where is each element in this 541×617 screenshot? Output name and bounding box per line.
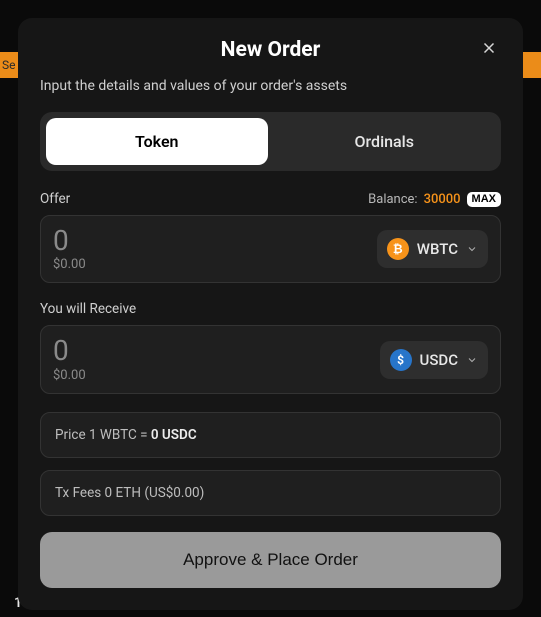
modal-title: New Order [221,38,321,62]
offer-amount-box: 0 $0.00 ₿ WBTC [40,215,501,283]
balance-value: 30000 [424,192,461,207]
offer-fiat-value: $0.00 [53,257,86,272]
offer-amount-left: 0 $0.00 [53,226,86,272]
offer-token-symbol: WBTC [417,240,458,258]
receive-amount-box: 0 $0.00 $ USDC [40,325,501,393]
bg-partial-text: Se [2,58,16,72]
modal-subtitle: Input the details and values of your ord… [40,78,501,94]
receive-token-symbol: USDC [420,351,458,369]
offer-header: Offer Balance: 30000 MAX [40,191,501,207]
chevron-down-icon [466,243,478,255]
offer-amount-input[interactable]: 0 [53,226,86,255]
fees-info-box: Tx Fees 0 ETH (US$0.00) [40,470,501,516]
usdc-icon: $ [390,349,412,371]
order-type-tabs: Token Ordinals [40,112,501,171]
offer-token-select[interactable]: ₿ WBTC [377,230,488,268]
approve-place-order-button[interactable]: Approve & Place Order [40,532,501,588]
price-amount: 0 USDC [151,427,197,443]
tab-ordinals[interactable]: Ordinals [274,118,496,165]
receive-header: You will Receive [40,301,501,317]
fees-text: Tx Fees 0 ETH (US$0.00) [55,485,204,501]
modal-header: New Order [40,38,501,62]
tab-token[interactable]: Token [46,118,268,165]
chevron-down-icon [466,354,478,366]
offer-label: Offer [40,191,70,207]
max-button[interactable]: MAX [467,192,501,207]
new-order-modal: New Order Input the details and values o… [18,18,523,610]
wbtc-icon: ₿ [387,238,409,260]
receive-amount-left: 0 $0.00 [53,336,86,382]
balance-label: Balance: [368,192,417,207]
close-button[interactable] [477,36,501,60]
receive-token-select[interactable]: $ USDC [380,341,488,379]
price-info-box: Price 1 WBTC = 0 USDC [40,412,501,458]
price-prefix: Price 1 WBTC = [55,427,151,443]
balance-wrap: Balance: 30000 MAX [368,192,501,207]
receive-amount-input[interactable]: 0 [53,336,86,365]
receive-fiat-value: $0.00 [53,368,86,383]
receive-label: You will Receive [40,301,136,317]
close-icon [480,39,498,57]
